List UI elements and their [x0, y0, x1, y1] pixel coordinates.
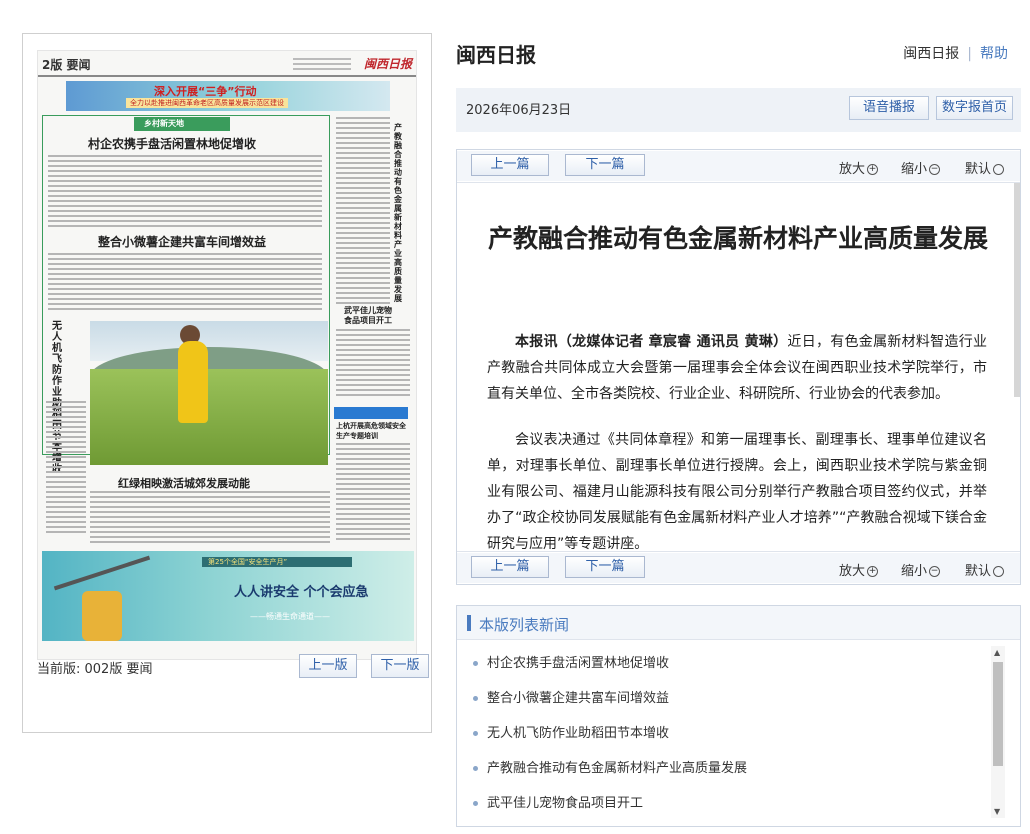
article-hotspot-7[interactable]: 红绿相映激活城郊发展动能	[118, 475, 250, 491]
page-brand-logo: 闽西日报	[363, 57, 412, 71]
news-list-title: 本版列表新闻	[479, 616, 570, 634]
article-hotspot-5b[interactable]: 食品项目开工	[344, 315, 392, 326]
ad-banner-top: 第25个全国“安全生产月”	[208, 558, 288, 566]
next-article-button[interactable]: 下一篇	[565, 154, 645, 176]
article-scrollbar[interactable]	[1014, 183, 1020, 397]
news-list-panel: 本版列表新闻 村企农携手盘活闲置林地促增收 整合小微薯企建共富车间增效益 无人机…	[456, 605, 1021, 827]
article-hotspot-1[interactable]: 村企农携手盘活闲置林地促增收	[88, 135, 256, 152]
page-header: 2版 要闻 闽西日报	[38, 51, 416, 77]
prev-article-button[interactable]: 上一篇	[471, 154, 549, 176]
article-text-block	[48, 253, 322, 315]
article-paragraph-1: 本报讯（龙媒体记者 章宸睿 通讯员 黄琳）近日，有色金属新材料智造行业产教融合共…	[487, 329, 987, 407]
voice-broadcast-button[interactable]: 语音播报	[849, 96, 929, 120]
ad-banner-sub: ——畅通生命通道——	[250, 612, 330, 621]
article-hotspot-2[interactable]: 整合小微薯企建共富车间增效益	[98, 233, 266, 250]
article-content[interactable]: 产教融合推动有色金属新材料产业高质量发展 本报讯（龙媒体记者 章宸睿 通讯员 黄…	[457, 182, 1020, 552]
safety-ad-banner: 第25个全国“安全生产月” 人人讲安全 个个会应急 ——畅通生命通道——	[42, 551, 414, 641]
prev-edition-button[interactable]: 上一版	[299, 654, 357, 678]
plus-icon: +	[867, 566, 879, 577]
current-edition-label: 当前版: 002版 要闻	[37, 662, 153, 677]
header-accent-bar	[467, 615, 471, 631]
zoom-out-label: 缩小	[901, 162, 928, 177]
article-byline: 本报讯（龙媒体记者 章宸睿 通讯员 黄琳）	[515, 334, 788, 350]
article-text-block	[336, 329, 410, 399]
banner-subtitle: 全力以赴推进闽西革命老区高质量发展示范区建设	[126, 98, 288, 108]
prev-article-button-bottom[interactable]: 上一篇	[471, 556, 549, 578]
site-home-link[interactable]: 闽西日报	[903, 46, 959, 62]
scroll-down-icon[interactable]: ▼	[994, 807, 1000, 816]
zoom-out-button-bottom[interactable]: 缩小 −	[901, 560, 941, 579]
help-link[interactable]: 帮助	[980, 46, 1008, 62]
banner-title: 深入开展“三争”行动	[154, 85, 257, 98]
date-bar: 2026年06月23日 语音播报 数字报首页	[456, 88, 1021, 132]
news-list-item[interactable]: 整合小微薯企建共富车间增效益	[471, 681, 981, 716]
minus-icon: −	[929, 566, 941, 577]
news-list-item[interactable]: 村企农携手盘活闲置林地促增收	[471, 646, 981, 681]
circle-icon	[993, 566, 1005, 577]
article-text-block	[90, 491, 330, 547]
scroll-up-icon[interactable]: ▲	[994, 648, 1000, 657]
section-tag: 乡村新天地	[134, 117, 230, 131]
news-list: 村企农携手盘活闲置林地促增收 整合小微薯企建共富车间增效益 无人机飞防作业助稻田…	[471, 646, 981, 821]
digital-home-button[interactable]: 数字报首页	[936, 96, 1013, 120]
zoom-in-button[interactable]: 放大 +	[839, 158, 879, 177]
zoom-default-button[interactable]: 默认	[965, 158, 1005, 177]
zoom-in-label: 放大	[839, 564, 866, 579]
article-hotspot-4[interactable]: 产教融合推动有色金属新材料产业高质量发展	[394, 123, 403, 303]
news-list-header: 本版列表新闻	[457, 606, 1020, 640]
next-article-button-bottom[interactable]: 下一篇	[565, 556, 645, 578]
next-edition-button[interactable]: 下一版	[371, 654, 429, 678]
article-text-block	[336, 443, 410, 543]
circle-icon	[993, 164, 1005, 175]
site-title: 闽西日报	[456, 43, 536, 67]
article-toolbar-bottom: 上一篇 下一篇 放大 + 缩小 − 默认	[457, 553, 1020, 583]
article-hotspot-6[interactable]: 上杭开展高危领域安全生产专题培训	[336, 421, 412, 441]
news-list-item[interactable]: 产教融合推动有色金属新材料产业高质量发展	[471, 751, 981, 786]
zoom-default-button-bottom[interactable]: 默认	[965, 560, 1005, 579]
news-list-scrollbar[interactable]: ▲ ▼	[991, 646, 1005, 818]
minus-icon: −	[929, 164, 941, 175]
zoom-out-button[interactable]: 缩小 −	[901, 158, 941, 177]
zoom-in-label: 放大	[839, 162, 866, 177]
issue-date: 2026年06月23日	[466, 103, 572, 118]
zoom-in-button-bottom[interactable]: 放大 +	[839, 560, 879, 579]
news-list-item[interactable]: 武平佳儿宠物食品项目开工	[471, 786, 981, 821]
article-title: 产教融合推动有色金属新材料产业高质量发展	[487, 224, 988, 253]
page-header-meta	[293, 55, 351, 73]
article-panel: 上一篇 下一篇 放大 + 缩小 − 默认 产教融合推动有色金属新材料产业高质量发展 …	[456, 149, 1021, 585]
plus-icon: +	[867, 164, 879, 175]
top-links: 闽西日报 | 帮助	[903, 46, 1008, 62]
article-text-block	[48, 155, 322, 231]
ad-banner-slogan: 人人讲安全 个个会应急	[234, 585, 369, 600]
zoom-default-label: 默认	[965, 162, 992, 177]
article-text-block	[46, 401, 86, 541]
safety-badge	[334, 407, 408, 419]
zoom-out-label: 缩小	[901, 564, 928, 579]
newspaper-page-panel: 2版 要闻 闽西日报 深入开展“三争”行动 全力以赴推进闽西革命老区高质量发展示…	[22, 33, 432, 733]
news-list-item[interactable]: 无人机飞防作业助稻田节本增收	[471, 716, 981, 751]
page-edition-label: 2版 要闻	[42, 58, 91, 72]
article-toolbar-top: 上一篇 下一篇 放大 + 缩小 − 默认	[457, 151, 1020, 181]
article-text-block	[336, 117, 390, 307]
newspaper-page-image[interactable]: 2版 要闻 闽西日报 深入开展“三争”行动 全力以赴推进闽西革命老区高质量发展示…	[37, 50, 417, 660]
page-footer: 当前版: 002版 要闻 上一版 下一版	[37, 652, 429, 680]
news-photo-drone-field	[90, 321, 328, 465]
zoom-default-label: 默认	[965, 564, 992, 579]
scroll-thumb[interactable]	[993, 662, 1003, 766]
top-banner: 深入开展“三争”行动 全力以赴推进闽西革命老区高质量发展示范区建设	[66, 81, 390, 111]
article-paragraph-2: 会议表决通过《共同体章程》和第一届理事长、副理事长、理事单位建议名单，对理事长单…	[487, 432, 987, 552]
